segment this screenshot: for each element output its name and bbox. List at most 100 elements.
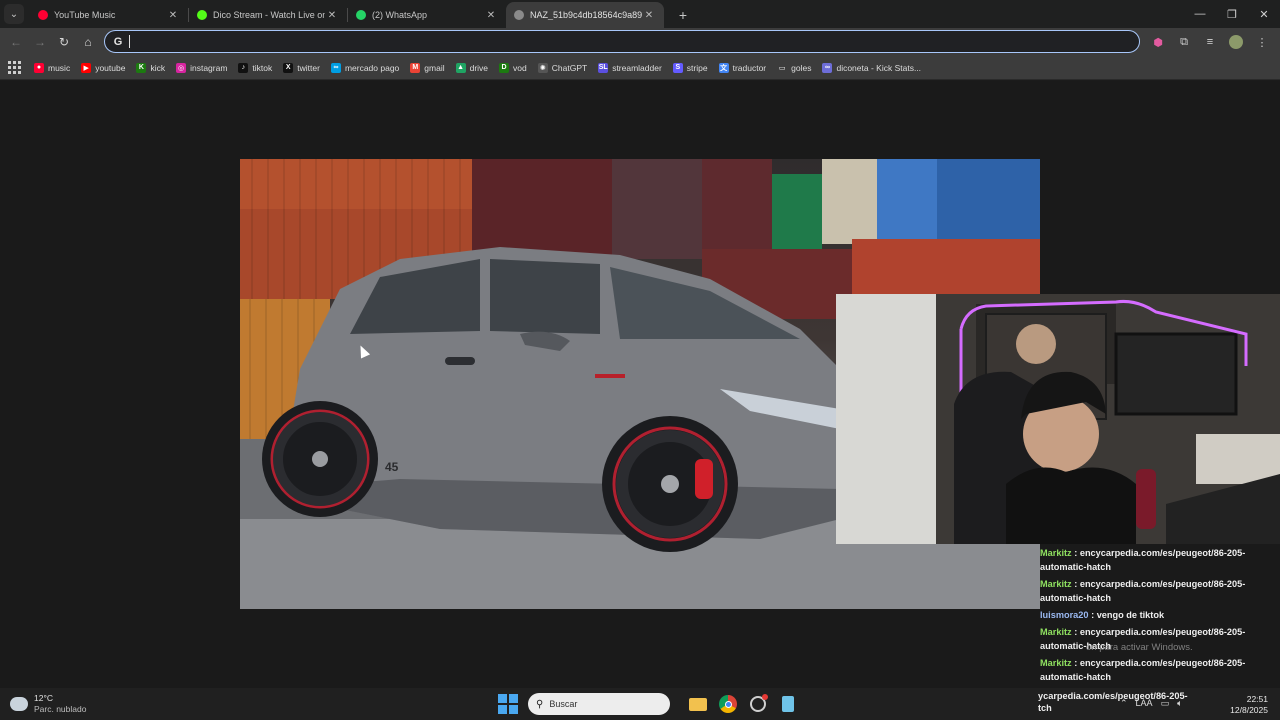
chat-separator: : — [1071, 658, 1080, 668]
bookmark-12[interactable]: Sstripe — [672, 62, 708, 73]
clock[interactable]: 22:51 12/8/2025 — [1230, 694, 1268, 716]
bookmark-label: streamladder — [612, 62, 662, 73]
tab-favicon-icon — [197, 10, 207, 20]
notepad-icon — [782, 696, 794, 712]
tab-favicon-icon — [514, 10, 524, 20]
tab-search-button[interactable]: ⌄ — [4, 4, 24, 24]
close-window-button[interactable]: ✕ — [1248, 0, 1280, 28]
bookmark-15[interactable]: ∞ diconeta - Kick Stats... — [822, 62, 921, 73]
bookmark-label: kick — [150, 62, 166, 73]
chat-separator: : — [1071, 627, 1080, 637]
tab-close-icon[interactable]: ✕ — [642, 10, 656, 21]
tab-close-icon[interactable]: ✕ — [484, 10, 498, 21]
chat-username[interactable]: luismora20 — [1040, 610, 1089, 620]
bookmark-2[interactable]: Kkick — [136, 62, 166, 73]
address-input[interactable] — [129, 35, 1139, 48]
reload-button[interactable]: ↻ — [52, 30, 76, 54]
forward-button[interactable]: → — [28, 30, 52, 54]
chat-username[interactable]: Markitz — [1040, 627, 1072, 637]
stripe-icon: S — [672, 62, 683, 73]
drive-icon: ▲ — [455, 62, 466, 73]
restore-button[interactable]: ❐ — [1216, 0, 1248, 28]
bookmark-5[interactable]: Xtwitter — [283, 62, 320, 73]
start-button[interactable] — [498, 694, 518, 714]
bookmark-4[interactable]: ♪ tiktok — [238, 62, 272, 73]
taskbar-search[interactable]: ⚲ Buscar — [528, 693, 670, 715]
bookmark-7[interactable]: Mgmail — [410, 62, 445, 73]
bookmarks-bar: ● music ▶ youtube Kkick ◎ instagram ♪ tiktok Xtwi… — [0, 56, 1280, 80]
chat-username[interactable]: Markitz — [1040, 548, 1072, 558]
youtube-icon: ▶ — [81, 62, 92, 73]
google-icon: G — [113, 35, 123, 48]
chat-username[interactable]: Markitz — [1040, 579, 1072, 589]
address-bar[interactable]: G — [104, 30, 1140, 53]
bookmark-3[interactable]: ◎ instagram — [176, 62, 228, 73]
minimize-button[interactable]: — — [1184, 0, 1216, 28]
chrome-app[interactable] — [716, 692, 740, 716]
obs-app[interactable] — [746, 692, 770, 716]
bookmark-13[interactable]: 文 traductor — [718, 62, 766, 73]
vod-icon: D — [499, 62, 510, 73]
bookmark-8[interactable]: ▲ drive — [455, 62, 488, 73]
profile-avatar[interactable] — [1224, 30, 1248, 54]
bookmark-10[interactable]: ✺ ChatGPT — [537, 62, 587, 73]
bookmark-0[interactable]: ● music — [34, 62, 70, 73]
bookmark-9[interactable]: Dvod — [499, 62, 527, 73]
tab-title: YouTube Music — [54, 10, 116, 20]
tab-title: Dico Stream - Watch Live on Kick — [213, 10, 325, 20]
network-icon[interactable]: ▭ — [1161, 698, 1170, 709]
menu-icon[interactable]: ⋮ — [1250, 30, 1274, 54]
tab-strip: ⌄ YouTube Music ✕ Dico Stream - Watch Live… — [0, 0, 1280, 28]
chat-text: vengo de tiktok — [1096, 610, 1165, 620]
file-explorer-app[interactable] — [686, 692, 710, 716]
folder-icon: ▭ — [777, 62, 788, 73]
tab-0[interactable]: YouTube Music ✕ — [30, 2, 188, 28]
extensions-icon[interactable]: ⧉ — [1172, 30, 1196, 54]
tiktok-icon: ♪ — [238, 62, 249, 73]
bookmark-label: vod — [513, 62, 527, 73]
kick-stats-icon: ∞ — [822, 62, 833, 73]
notepad-app[interactable] — [776, 692, 800, 716]
streamer-webcam-image — [836, 294, 1280, 544]
chat-username[interactable]: Markitz — [1040, 658, 1072, 668]
tab-title: (2) WhatsApp — [372, 10, 428, 20]
tab-1[interactable]: Dico Stream - Watch Live on Kick✕ — [189, 2, 347, 28]
apps-grid-icon[interactable] — [6, 60, 22, 76]
shield-extension-icon[interactable]: ⬢ — [1146, 30, 1170, 54]
tab-close-icon[interactable]: ✕ — [325, 10, 339, 21]
bookmark-14[interactable]: ▭ goles — [777, 62, 811, 73]
tab-title: NAZ_51b9c4db18564c9a89152 — [530, 10, 642, 20]
home-button[interactable]: ⌂ — [76, 30, 100, 54]
home-icon: ⌂ — [84, 35, 92, 49]
language-indicator[interactable]: LAA — [1136, 698, 1153, 709]
bookmark-11[interactable]: SL streamladder — [598, 62, 662, 73]
tab-close-icon[interactable]: ✕ — [166, 10, 180, 21]
activate-windows-watermark: ón para activar Windows. — [1086, 642, 1193, 653]
back-button[interactable]: ← — [4, 30, 28, 54]
bookmark-label: instagram — [190, 62, 228, 73]
streamladder-icon: SL — [598, 62, 609, 73]
weather-widget[interactable]: 12°C Parc. nublado — [10, 693, 86, 715]
new-tab-button[interactable]: + — [672, 4, 694, 26]
gmail-icon: M — [410, 62, 421, 73]
chevron-up-icon[interactable]: ⌃ — [1120, 698, 1128, 709]
obs-icon — [750, 694, 768, 712]
chat-message: Markitz : encycarpedia.com/es/peugeot/86… — [1038, 546, 1280, 574]
tab-3[interactable]: NAZ_51b9c4db18564c9a89152✕ — [506, 2, 664, 28]
bookmark-label: stripe — [686, 62, 708, 73]
bookmark-1[interactable]: ▶ youtube — [81, 62, 125, 73]
bookmark-label: twitter — [297, 62, 320, 73]
translate-icon: 文 — [718, 62, 729, 73]
toolbar: ← → ↻ ⌂ G ⬢ ⧉ ≡ ⋮ — [0, 28, 1280, 56]
page-content: 45 Markitz : encycarpedia.com/es/peugeot… — [0, 81, 1280, 688]
chat-overlay: Markitz : encycarpedia.com/es/peugeot/86… — [1038, 546, 1280, 688]
folder-icon — [689, 697, 707, 711]
chat-separator: : — [1088, 610, 1097, 620]
tab-2[interactable]: (2) WhatsApp ✕ — [348, 2, 506, 28]
bookmark-6[interactable]: ∞ mercado pago — [330, 62, 399, 73]
svg-text:45: 45 — [385, 460, 399, 474]
clock-date: 12/8/2025 — [1230, 705, 1268, 715]
volume-icon[interactable]: 🔈︎ — [1177, 698, 1182, 709]
chat-separator: : — [1071, 548, 1080, 558]
media-controls-icon[interactable]: ≡ — [1198, 30, 1222, 54]
